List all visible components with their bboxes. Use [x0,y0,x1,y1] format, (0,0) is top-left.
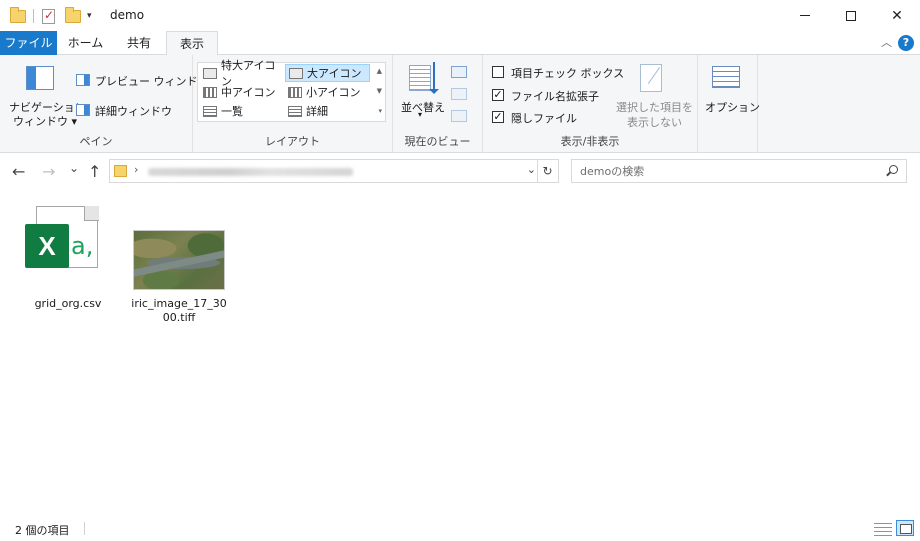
layout-gallery: 特大アイコン 大アイコン 中アイコン 小アイコン 一覧 詳細 ▲ ▼ ▾ [197,59,386,122]
minimize-icon [800,15,810,16]
hidden-items-checkbox[interactable]: ✓ [492,111,504,123]
forward-button: → [42,162,56,181]
collapse-ribbon-button[interactable]: ︿ [881,34,892,50]
layout-medium-icons[interactable]: 中アイコン [200,83,286,101]
status-separator [84,522,85,535]
up-button[interactable]: ↑ [88,162,101,181]
page-fold-icon [84,206,99,221]
breadcrumb-path-blurred [148,168,353,176]
gallery-expand-icon[interactable]: ▾ [378,107,382,115]
item-checkboxes-checkbox[interactable] [492,66,504,78]
layout-item-label: 一覧 [221,105,243,118]
options-button[interactable]: オプション [705,99,760,115]
close-button[interactable]: ✕ [874,0,920,31]
tab-file[interactable]: ファイル [0,31,57,55]
tab-view[interactable]: 表示 [166,31,218,56]
layout-item-label: 中アイコン [221,86,276,99]
navigation-pane-icon [26,66,54,90]
maximize-button[interactable] [828,0,874,31]
hide-selected-icon [640,64,662,92]
close-icon: ✕ [891,7,903,24]
details-icon [288,105,302,117]
sort-arrow-icon [429,62,439,94]
list-icon [203,105,217,117]
layout-details[interactable]: 詳細 [285,102,370,120]
recent-locations-button[interactable]: ⌄ [69,161,79,175]
small-icons-icon [288,86,302,98]
group-label-pane: ペイン [79,135,113,148]
gallery-scroll-down-icon[interactable]: ▼ [377,87,382,95]
layout-item-label: 小アイコン [306,86,361,99]
csv-a-glyph: a, [71,232,94,260]
details-pane-icon [76,104,90,116]
excel-icon: X [25,224,69,268]
large-icons-icon [289,67,303,79]
file-extensions-label: ファイル名拡張子 [511,90,599,103]
file-extensions-checkbox[interactable]: ✓ [492,89,504,101]
extra-large-icons-icon [203,67,217,79]
layout-list[interactable]: 一覧 [200,102,286,120]
separator [33,7,34,25]
gallery-scroll-up-icon[interactable]: ▲ [377,67,382,75]
preview-pane-icon [76,74,90,86]
folder-icon [10,6,26,25]
navigation-pane-button-line2[interactable]: ウィンドウ ▾ [13,113,77,129]
group-label-layout: レイアウト [265,135,320,148]
customize-quick-access-button[interactable]: ▾ [87,7,92,25]
details-pane-button[interactable]: 詳細ウィンドウ [95,103,172,119]
details-view-button[interactable] [874,520,892,536]
group-label-show-hide: 表示/非表示 [560,135,620,148]
tiff-thumbnail [133,230,225,290]
preview-pane-button[interactable]: プレビュー ウィンドウ [95,73,209,89]
window-title: demo [110,8,145,22]
group-by-icon[interactable] [451,66,467,78]
title-bar: ▾ demo ✕ [0,0,920,31]
file-name-line2: 00.tiff [162,311,196,324]
back-button[interactable]: ← [12,162,25,181]
medium-icons-icon [203,86,217,98]
large-icons-view-button[interactable] [896,520,914,536]
new-folder-icon[interactable] [65,6,81,25]
address-row: ← → ⌄ ↑ › ⌄ ↻ [0,153,920,189]
file-name: grid_org.csv [34,297,102,310]
status-bar: 2 個の項目 [0,516,920,541]
refresh-button[interactable]: ↻ [537,160,557,182]
hide-selected-button-line2: 表示しない [627,116,682,129]
hidden-items-label: 隠しファイル [511,112,577,125]
sort-by-button[interactable]: 並べ替え [401,99,445,115]
group-label-current-view: 現在のビュー [404,135,471,148]
layout-item-label: 詳細 [306,105,328,118]
item-count: 2 個の項目 [15,524,70,537]
properties-icon[interactable] [42,7,55,25]
ribbon-tabs: ファイル ホーム 共有 表示 ︿ ? [0,31,920,56]
breadcrumb-chevron-icon[interactable]: › [134,163,138,176]
layout-item-label: 大アイコン [307,67,362,80]
tab-home[interactable]: ホーム [58,31,113,55]
hide-selected-button: 選択した項目を [616,101,693,114]
layout-extra-large-icons[interactable]: 特大アイコン [200,59,286,88]
minimize-button[interactable] [782,0,828,31]
sort-by-dropdown[interactable]: ▾ [418,110,422,119]
layout-large-icons[interactable]: 大アイコン [285,64,370,82]
layout-small-icons[interactable]: 小アイコン [285,83,370,101]
folder-icon [114,165,127,177]
search-icon[interactable] [889,165,898,174]
tab-share[interactable]: 共有 [113,31,165,55]
help-icon[interactable]: ? [898,35,914,51]
sort-by-icon [409,65,431,91]
options-icon [712,66,740,88]
address-bar[interactable]: › ⌄ ↻ [109,159,559,183]
search-input[interactable] [580,163,870,179]
search-box[interactable] [571,159,907,183]
file-name-line1: iric_image_17_30 [131,297,227,310]
maximize-icon [846,10,856,21]
item-checkboxes-label: 項目チェック ボックス [511,67,625,80]
address-dropdown-icon[interactable]: ⌄ [527,163,536,176]
size-columns-icon [451,110,467,122]
add-columns-icon [451,88,467,100]
